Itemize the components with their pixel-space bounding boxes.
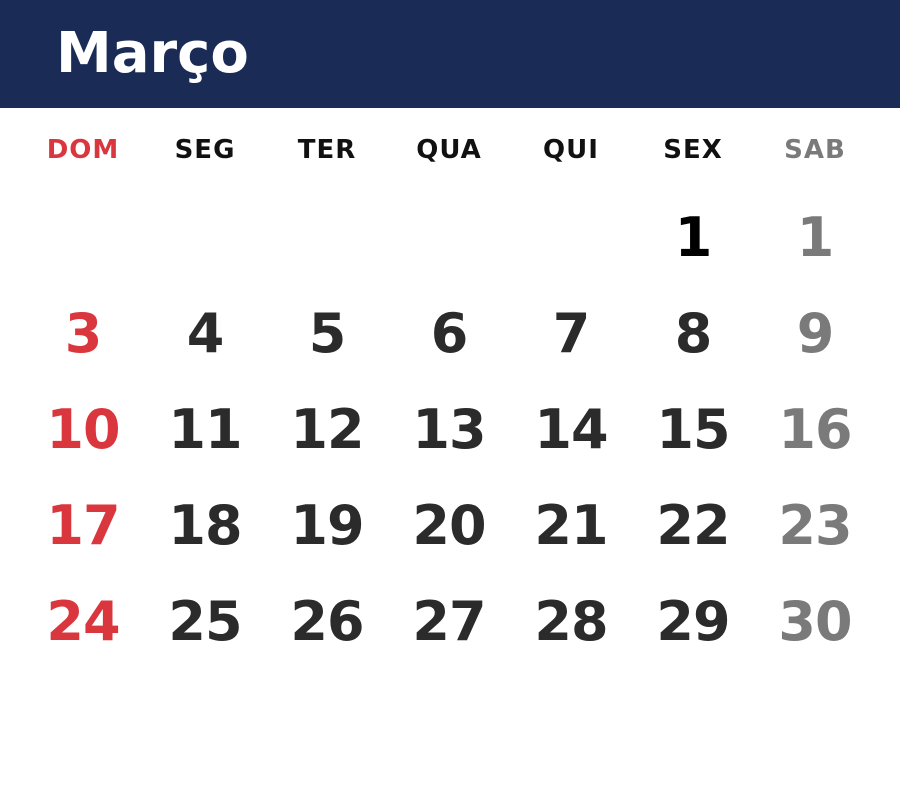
day-cell-thursday: 7: [552, 302, 591, 365]
day-cell-sunday: 17: [46, 494, 120, 557]
weekday-label-monday: SEG: [174, 135, 236, 165]
day-cell-friday: 29: [656, 590, 730, 653]
empty-day-cell: [388, 190, 510, 286]
day-cell-monday: 4: [186, 302, 225, 365]
day-cell-wednesday: 27: [412, 590, 486, 653]
weekday-label-friday: SEX: [663, 135, 723, 165]
day-cell-sunday: 10: [46, 398, 120, 461]
day-cell-wednesday: 20: [412, 494, 486, 557]
day-cell-monday: 25: [168, 590, 242, 653]
day-cell-tuesday: 26: [290, 590, 364, 653]
day-cell-monday: 18: [168, 494, 242, 557]
day-cell-tuesday: 5: [308, 302, 347, 365]
weekday-label-wednesday: QUA: [416, 135, 482, 165]
calendar-page: Março DOM SEG TER QUA QUI SEX SAB 1 1 3 4 5 6 7 8 9 10 1…: [0, 0, 900, 800]
month-header: Março: [0, 0, 900, 108]
day-cell-friday: 1: [674, 206, 713, 269]
day-cell-monday: 11: [168, 398, 242, 461]
day-cell-friday: 22: [656, 494, 730, 557]
calendar-grid: 1 1 3 4 5 6 7 8 9 10 11 12 13 14 15 16 17 18 19 20 21 22 23 24 2…: [22, 190, 878, 670]
day-cell-wednesday: 6: [430, 302, 469, 365]
day-cell-friday: 15: [656, 398, 730, 461]
day-cell-tuesday: 19: [290, 494, 364, 557]
day-cell-wednesday: 13: [412, 398, 486, 461]
day-cell-thursday: 14: [534, 398, 608, 461]
day-cell-tuesday: 12: [290, 398, 364, 461]
day-cell-saturday: 16: [778, 398, 852, 461]
empty-day-cell: [144, 190, 266, 286]
day-cell-thursday: 21: [534, 494, 608, 557]
month-title: Março: [56, 21, 249, 86]
day-cell-saturday: 30: [778, 590, 852, 653]
empty-day-cell: [266, 190, 388, 286]
day-cell-saturday: 9: [796, 302, 835, 365]
day-cell-friday: 8: [674, 302, 713, 365]
day-cell-saturday: 1: [796, 206, 835, 269]
day-cell-thursday: 28: [534, 590, 608, 653]
day-cell-saturday: 23: [778, 494, 852, 557]
day-cell-sunday: 3: [64, 302, 103, 365]
empty-day-cell: [510, 190, 632, 286]
weekday-label-saturday: SAB: [784, 135, 846, 165]
weekday-header-row: DOM SEG TER QUA QUI SEX SAB: [22, 128, 878, 172]
day-cell-sunday: 24: [46, 590, 120, 653]
weekday-label-tuesday: TER: [297, 135, 357, 165]
weekday-label-thursday: QUI: [543, 135, 599, 165]
weekday-label-sunday: DOM: [46, 135, 120, 165]
empty-day-cell: [22, 190, 144, 286]
